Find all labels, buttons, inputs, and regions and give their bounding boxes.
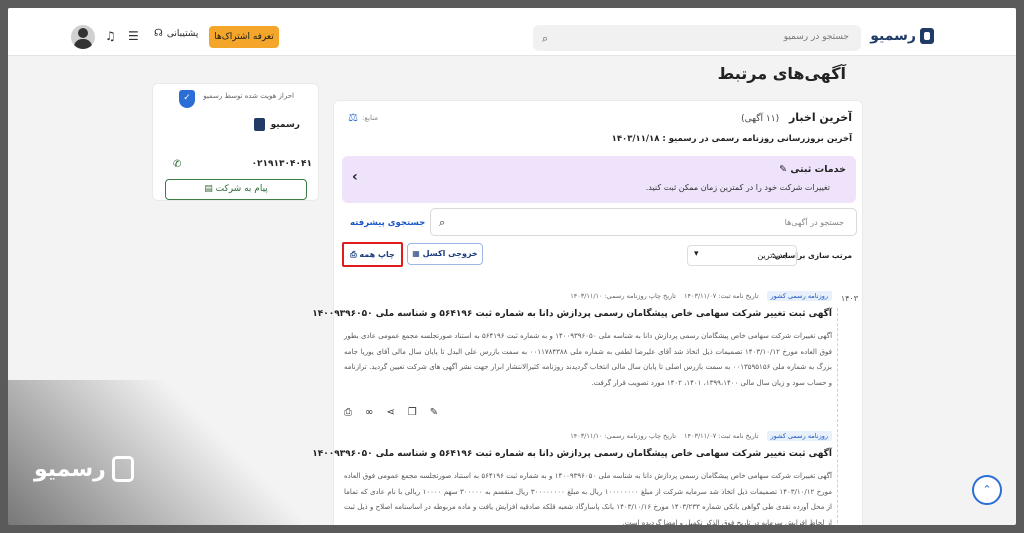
ad-letter-date: تاریخ نامه ثبت: ۱۴۰۳/۱۱/۰۷ — [683, 292, 759, 300]
message-button-label: پیام به شرکت — [215, 184, 268, 194]
excel-icon: ▦ — [412, 249, 420, 258]
headset-icon: ☊ — [154, 28, 163, 39]
support-link[interactable]: پشتیبانی ☊ — [154, 28, 198, 39]
avatar[interactable] — [71, 25, 95, 49]
year-label: ۱۴۰۳ — [840, 294, 858, 303]
feed-count: (۱۱ آگهی) — [741, 114, 780, 124]
ad-source[interactable]: روزنامه رسمی کشور — [766, 431, 832, 441]
last-update: آخرین بروزرسانی روزنامه رسمی در رسمیو : … — [611, 134, 852, 144]
company-card: احراز هویت شده توسط رسمیو ✓ رسمیو ۰۲۱۹۱۳… — [152, 83, 319, 201]
global-search-input[interactable]: جستجو در رسمیو ⌕ — [533, 25, 861, 51]
banner-subtitle: تغییرات شرکت خود را در کمترین زمان ممکن … — [645, 183, 830, 192]
ad-item: روزنامه رسمی کشور تاریخ نامه ثبت: ۱۴۰۳/۱… — [312, 291, 833, 431]
ad-item: روزنامه رسمی کشور تاریخ نامه ثبت: ۱۴۰۳/۱… — [312, 431, 833, 525]
ad-body: آگهی تغییرات شرکت سهامی خاص پیشگامان رسم… — [344, 332, 833, 387]
ad-print-date: تاریخ چاپ روزنامه رسمی: ۱۴۰۳/۱۱/۱۰ — [570, 292, 676, 300]
excel-button-label: خروجی اکسل — [422, 249, 478, 258]
sort-select[interactable]: جدیدترین ▾ — [687, 245, 797, 266]
logo-icon — [920, 28, 934, 44]
search-icon: ⌕ — [542, 32, 549, 45]
message-company-button[interactable]: پیام به شرکت ▤ — [165, 179, 307, 200]
print-all-label: چاپ همه — [359, 250, 395, 259]
ad-letter-date: تاریخ نامه ثبت: ۱۴۰۳/۱۱/۰۷ — [683, 432, 759, 440]
watermark-logo-icon — [111, 456, 134, 482]
page-title: آگهی‌های مرتبط — [717, 64, 846, 83]
chevron-left-icon[interactable]: ‹ — [352, 169, 358, 185]
ads-card: آخرین اخبار (۱۱ آگهی) منابع: ⚖ آخرین برو… — [312, 100, 863, 525]
phone-icon: ✆ — [173, 159, 182, 170]
copy-icon[interactable]: ❐ — [408, 407, 417, 418]
chat-icon[interactable]: ☰ — [128, 29, 139, 43]
pen-icon: ✎ — [779, 164, 788, 175]
site-logo[interactable]: رسمیو — [870, 28, 934, 44]
registration-services-banner[interactable]: خدمات ثبتی ✎ تغییرات شرکت خود را در کمتر… — [342, 156, 856, 203]
company-name[interactable]: رسمیو — [253, 118, 300, 131]
ad-print-date: تاریخ چاپ روزنامه رسمی: ۱۴۰۳/۱۱/۱۰ — [570, 432, 676, 440]
sources: منابع: ⚖ — [344, 111, 378, 125]
ad-title[interactable]: آگهی ثبت تغییر شرکت سهامی خاص پیشگامان ر… — [312, 449, 832, 459]
company-logo-icon — [253, 118, 265, 131]
verified-text: احراز هویت شده توسط رسمیو — [203, 92, 294, 100]
shield-icon: ✓ — [179, 90, 195, 108]
ad-meta: روزنامه رسمی کشور تاریخ نامه ثبت: ۱۴۰۳/۱… — [570, 431, 832, 441]
print-all-button[interactable]: چاپ همه ⎙ — [342, 242, 403, 267]
scroll-to-top-button[interactable]: ⌃ — [972, 475, 1002, 505]
link-icon[interactable]: ∞ — [365, 407, 373, 418]
excel-export-button[interactable]: خروجی اکسل ▦ — [407, 243, 483, 265]
company-phone[interactable]: ۰۲۱۹۱۳۰۴۰۴۱ — [252, 159, 312, 169]
global-search-placeholder: جستجو در رسمیو — [783, 32, 849, 42]
ad-source[interactable]: روزنامه رسمی کشور — [766, 291, 832, 301]
ad-title[interactable]: آگهی ثبت تغییر شرکت سهامی خاص پیشگامان ر… — [312, 309, 832, 319]
printer-icon: ⎙ — [350, 250, 357, 259]
support-label: پشتیبانی — [166, 28, 199, 39]
ads-search-placeholder: جستجو در آگهی‌ها — [784, 218, 844, 227]
edit-icon[interactable]: ✎ — [430, 407, 438, 418]
banner-title-text: خدمات ثبتی — [790, 164, 846, 175]
advanced-search-link[interactable]: جستجوی پیشرفته — [350, 218, 425, 228]
sort-value: جدیدترین — [757, 251, 788, 260]
banner-title: خدمات ثبتی ✎ — [779, 164, 846, 175]
search-icon: ⌕ — [439, 216, 446, 229]
watermark-text: رسمیو — [34, 456, 106, 482]
ad-meta: روزنامه رسمی کشور تاریخ نامه ثبت: ۱۴۰۳/۱… — [570, 291, 832, 301]
ad-actions: ⎙ ∞ ⋖ ❐ ✎ — [344, 407, 438, 418]
company-name-text: رسمیو — [270, 119, 300, 130]
printer-icon[interactable]: ⎙ — [344, 407, 352, 418]
bell-icon[interactable]: ♫ — [105, 29, 116, 43]
plans-button[interactable]: تعرفه اشتراک‌ها — [209, 26, 279, 48]
share-icon[interactable]: ⋖ — [386, 407, 394, 418]
feed-title: آخرین اخبار (۱۱ آگهی) — [741, 111, 852, 124]
watermark-logo: رسمیو — [34, 456, 134, 482]
caret-down-icon: ▾ — [694, 249, 699, 259]
ad-body: آگهی تغییرات شرکت سهامی خاص پیشگامان رسم… — [344, 472, 833, 525]
sources-label: منابع: — [362, 114, 379, 122]
ads-search-input[interactable]: جستجو در آگهی‌ها ⌕ — [430, 208, 857, 236]
message-icon: ▤ — [204, 184, 213, 194]
top-header: رسمیو جستجو در رسمیو ⌕ تعرفه اشتراک‌ها پ… — [8, 8, 1016, 56]
timeline-line — [837, 308, 838, 525]
scale-icon[interactable]: ⚖ — [344, 111, 358, 125]
feed-title-text: آخرین اخبار — [788, 111, 852, 124]
logo-text: رسمیو — [870, 28, 916, 44]
